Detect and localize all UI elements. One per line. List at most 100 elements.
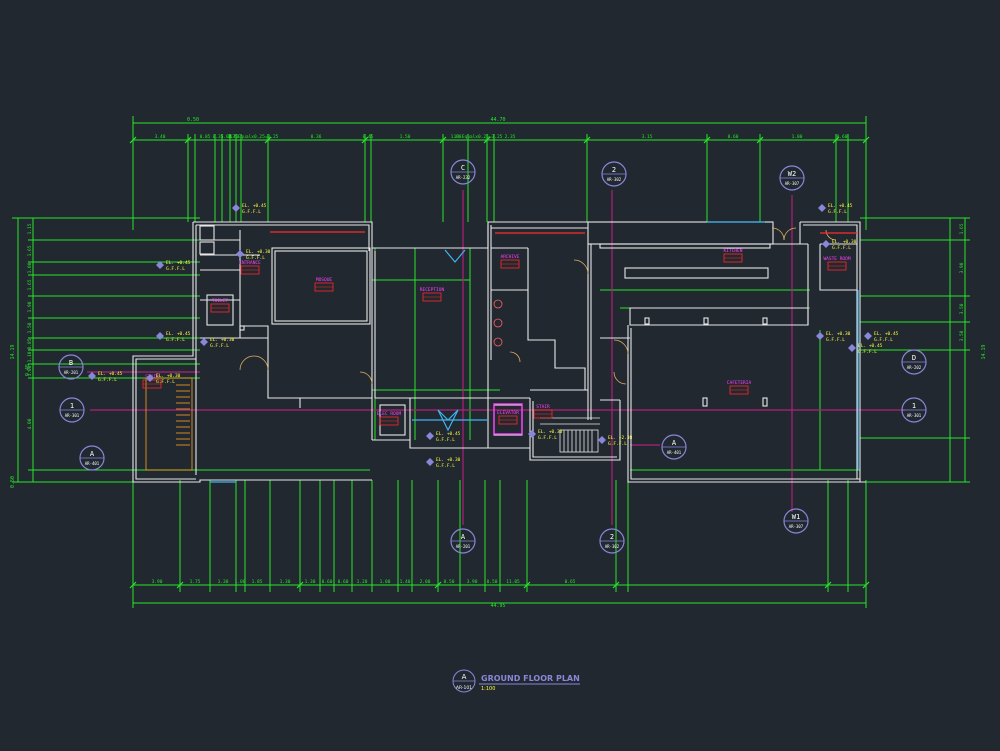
marker-sheet: AR-307 — [789, 524, 804, 529]
dim-bottom-1: 1.75 — [190, 579, 201, 585]
level-reference: G.F.F.L — [874, 337, 893, 343]
dim-bottom-16: 11.05 — [506, 579, 520, 585]
level-elevation: EL. +0.45 — [166, 331, 191, 337]
level-reference: G.F.F.L — [436, 463, 455, 469]
dim-left-overall: 14.19 — [10, 344, 16, 359]
level-elevation: EL. +0.45 — [874, 331, 899, 337]
dim-left-6: 0.85 — [27, 338, 33, 349]
level-reference: G.F.F.L — [98, 377, 117, 383]
marker-sheet: AR-201 — [64, 370, 79, 375]
level-elevation: EL. +0.30 — [538, 429, 563, 435]
dim-left-8: 1.00 — [27, 365, 33, 376]
marker-sheet: AR-401 — [85, 461, 100, 466]
room-name: ARCHIVE — [501, 254, 520, 260]
dim-top-11: 2.35 — [505, 134, 516, 140]
floor-plan-drawing: 44.70 0.50 44.95 14.19 9.45 0.50 14.19 3… — [0, 0, 1000, 751]
dim-left-2: 1.00 — [27, 262, 33, 273]
dim-top-0: 3.40 — [155, 134, 166, 140]
dim-top-14: 1.00 — [792, 134, 803, 140]
marker-sheet: AR-232 — [456, 175, 471, 180]
title-ref-sheet: AR-101 — [456, 685, 472, 691]
level-elevation: EL. +0.30 — [210, 337, 235, 343]
dim-left-0: 1.15 — [27, 223, 33, 234]
dim-bottom-0: 3.90 — [152, 579, 163, 585]
dim-bottom-12: 2.00 — [420, 579, 431, 585]
room-name: WASTE ROOM — [823, 256, 850, 262]
dim-top-7: 0.45 — [363, 134, 374, 140]
dim-top-1: 0.85 — [200, 134, 211, 140]
dim-right-1: 3.90 — [959, 262, 965, 273]
dim-top-15: 0.60 — [837, 134, 848, 140]
dim-bottom-4: 1.85 — [252, 579, 263, 585]
marker-label: B — [69, 359, 73, 367]
dim-top-offset: 0.50 — [187, 117, 199, 123]
room-name: RECEPTION — [420, 287, 445, 293]
room-name: CAFETERIA — [727, 380, 752, 386]
dim-top-12: 3.15 — [642, 134, 653, 140]
level-elevation: EL. +0.45 — [436, 431, 461, 437]
level-reference: G.F.F.L — [858, 349, 877, 355]
dim-bottom-10: 1.00 — [380, 579, 391, 585]
dim-left-bottom: 0.50 — [10, 476, 16, 488]
dim-left-4: 1.90 — [27, 301, 33, 312]
dim-left-7: 1.10 — [27, 351, 33, 362]
marker-sheet: AR-302 — [605, 544, 620, 549]
marker-sheet: AR-302 — [607, 177, 622, 182]
dim-right-2: 3.50 — [959, 303, 965, 314]
dim-right-0: 1.65 — [959, 223, 965, 234]
dim-left-5: 1.50 — [27, 322, 33, 333]
marker-label: 1 — [912, 402, 916, 410]
dim-top-10: 13 Equalx0.25=3.25 — [454, 134, 503, 140]
drawing-scale: 1:100 — [481, 686, 495, 692]
dim-bottom-overall: 44.95 — [490, 603, 505, 609]
level-reference: G.F.F.L — [828, 209, 847, 215]
marker-label: 2 — [610, 533, 614, 541]
marker-label: D — [912, 354, 916, 362]
dim-bottom-14: 3.90 — [467, 579, 478, 585]
dim-bottom-3: 1.00 — [235, 579, 246, 585]
title-ref-letter: A — [462, 673, 467, 681]
dim-right-3: 3.50 — [959, 330, 965, 341]
marker-sheet: AR-301 — [65, 413, 80, 418]
drawing-title: GROUND FLOOR PLAN — [481, 674, 580, 683]
level-reference: G.F.F.L — [608, 441, 627, 447]
level-reference: G.F.F.L — [166, 266, 185, 272]
dim-bottom-13: 0.50 — [444, 579, 455, 585]
room-name: ELEC ROOM — [377, 411, 402, 417]
level-elevation: EL. +0.30 — [826, 331, 851, 337]
dim-top-13: 0.60 — [728, 134, 739, 140]
marker-sheet: AR-301 — [907, 413, 922, 418]
level-reference: G.F.F.L — [246, 255, 265, 261]
dim-bottom-11: 1.40 — [400, 579, 411, 585]
level-elevation: EL. +0.45 — [828, 203, 853, 209]
dim-top-8: 1.50 — [400, 134, 411, 140]
level-reference: G.F.F.L — [166, 337, 185, 343]
dim-left-1: 1.65 — [27, 245, 33, 256]
level-elevation: EL. +0.45 — [858, 343, 883, 349]
dim-left-3: 1.65 — [27, 279, 33, 290]
level-elevation: EL. +0.30 — [156, 373, 181, 379]
level-reference: G.F.F.L — [156, 379, 175, 385]
dim-bottom-7: 0.60 — [322, 579, 333, 585]
dim-top-6: 0.36 — [311, 134, 322, 140]
dim-bottom-17: 0.65 — [565, 579, 576, 585]
dim-bottom-15: 0.50 — [487, 579, 498, 585]
marker-sheet: AR-201 — [456, 544, 471, 549]
level-reference: G.F.F.L — [210, 343, 229, 349]
dim-bottom-9: 1.20 — [357, 579, 368, 585]
room-name: ELEVATOR — [497, 410, 519, 416]
marker-sheet: AR-401 — [667, 450, 682, 455]
level-elevation: EL. +0.30 — [832, 239, 857, 245]
dim-bottom-5: 1.30 — [280, 579, 291, 585]
level-elevation: EL. +2.38 — [608, 435, 633, 441]
marker-label: C — [461, 164, 465, 172]
marker-sheet: AR-202 — [907, 365, 922, 370]
dim-top-5: 13 Equalx0.25=3.25 — [230, 134, 279, 140]
marker-label: W2 — [788, 170, 796, 178]
level-elevation: EL. +0.30 — [436, 457, 461, 463]
level-reference: G.F.F.L — [832, 245, 851, 251]
level-elevation: EL. +0.45 — [166, 260, 191, 266]
level-reference: G.F.F.L — [538, 435, 557, 441]
level-elevation: EL. +0.45 — [98, 371, 123, 377]
level-reference: G.F.F.L — [826, 337, 845, 343]
